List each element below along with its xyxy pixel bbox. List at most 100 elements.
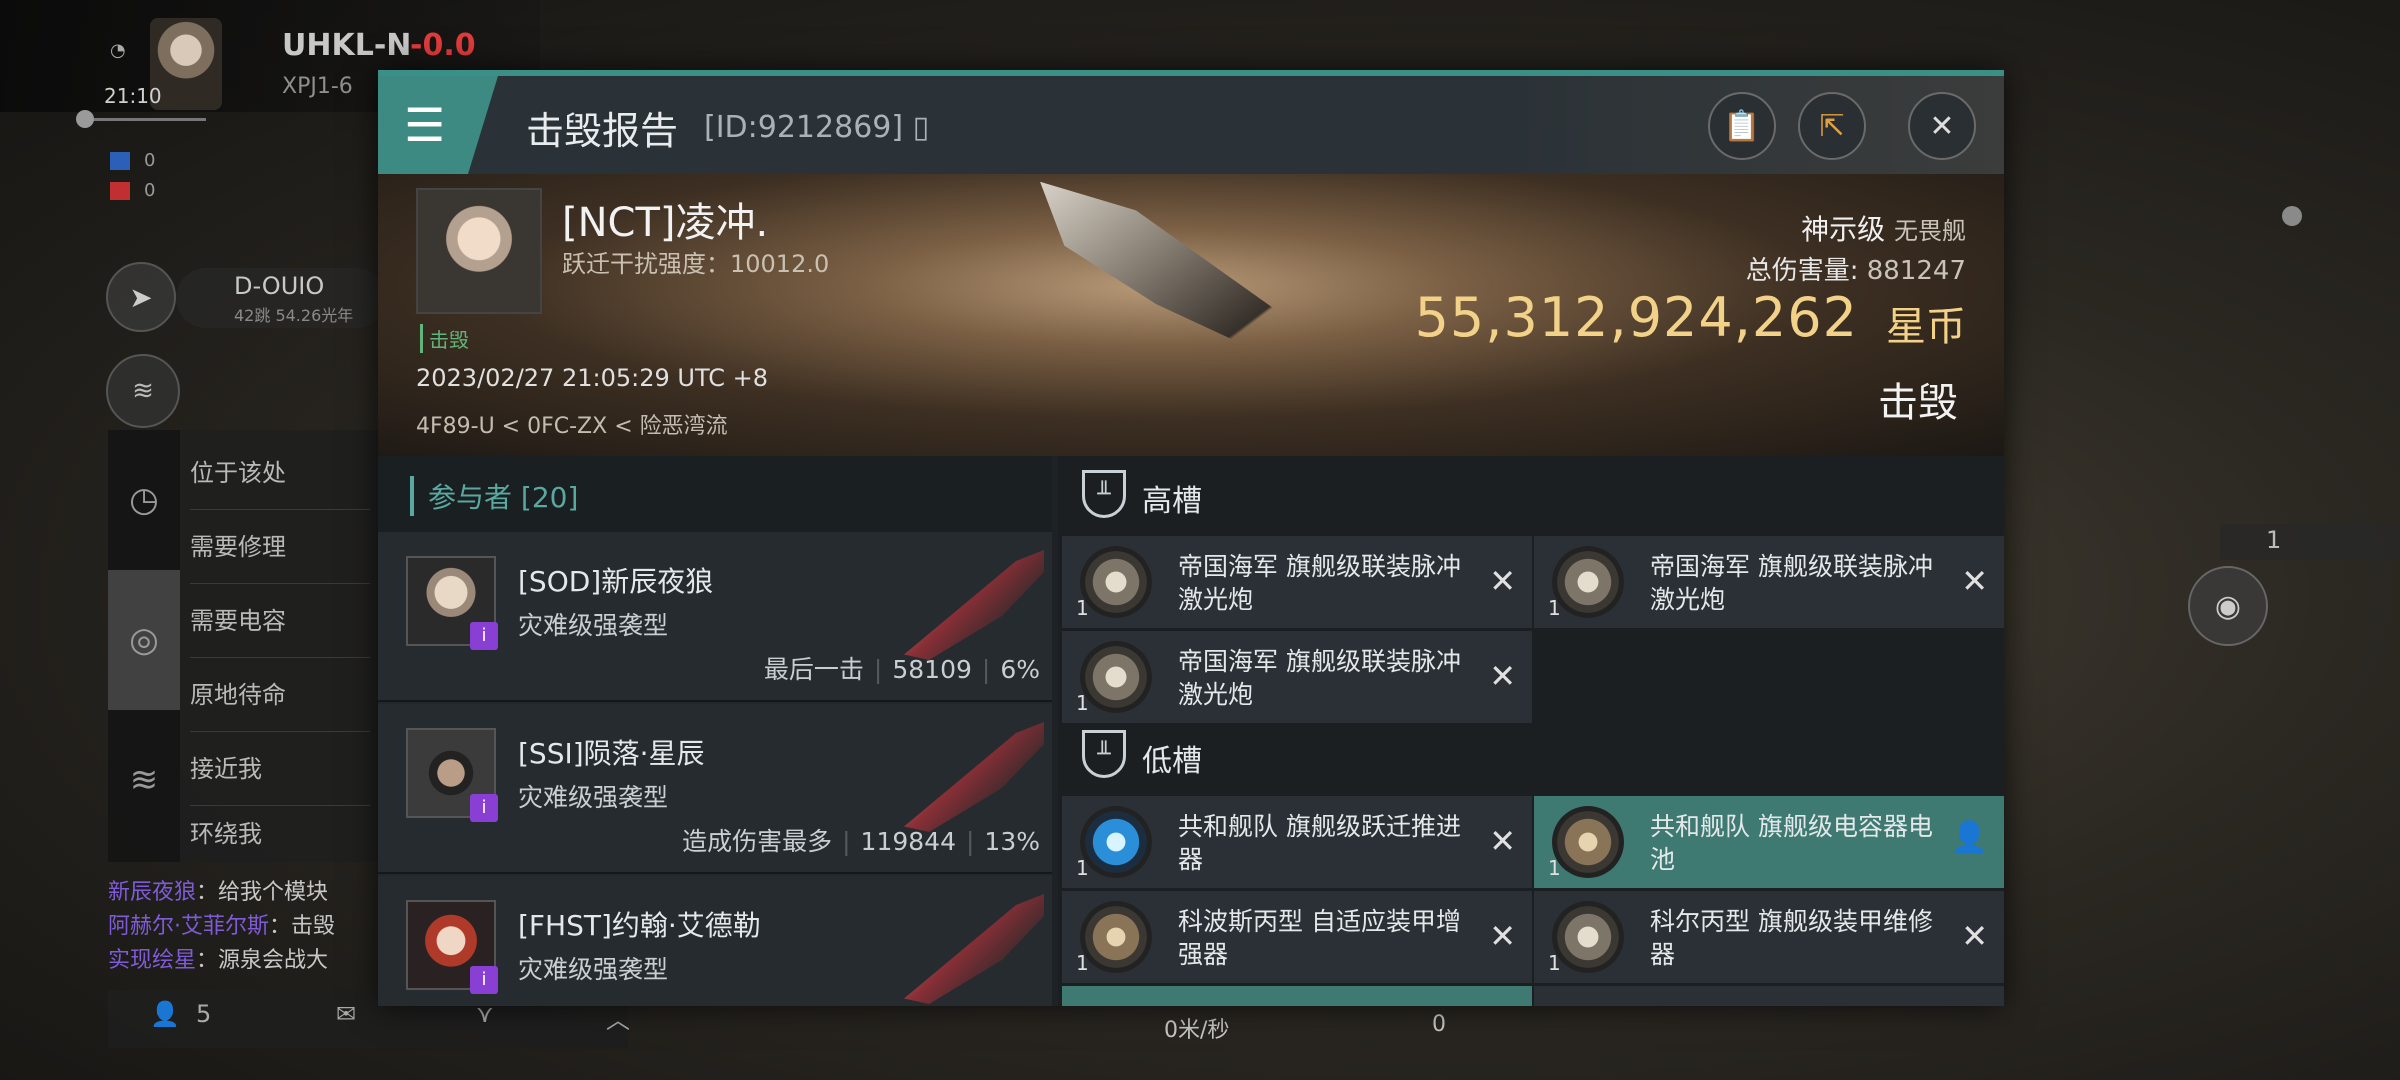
participant-name[interactable]: [FHST]约翰·艾德勒	[518, 904, 761, 944]
victim-portrait[interactable]	[416, 188, 542, 314]
module-qty: 1	[1548, 951, 1561, 975]
sub-system-name[interactable]: XPJ1-6	[282, 74, 353, 99]
info-icon[interactable]: i	[470, 794, 498, 822]
participant-stats: 造成伤害最多 | 119844 | 13%	[682, 827, 1040, 856]
menu-item-at-location[interactable]: 位于该处	[190, 436, 370, 510]
module-qty: 1	[1548, 596, 1561, 620]
participant-name[interactable]: [SOD]新辰夜狼	[518, 560, 713, 600]
ship-class-name: 神示级	[1801, 213, 1886, 246]
blue-flag-icon	[110, 152, 130, 170]
participant-ship-image	[904, 550, 1044, 660]
stack-icon[interactable]: ≋	[106, 354, 180, 428]
menu-item-hold-position[interactable]: 原地待命	[190, 658, 370, 732]
chat-sender[interactable]: 实现绘星	[108, 948, 196, 973]
kill-location[interactable]: 4F89-U < 0FC-ZX < 险恶湾流	[416, 408, 728, 440]
module-name: 共和舰队 旗舰级跃迁推进器	[1178, 812, 1461, 874]
chat-message: ：源泉会战大	[196, 948, 329, 973]
pulse-laser-icon	[1080, 641, 1152, 713]
warp-drive-icon	[1080, 806, 1152, 878]
share-icon[interactable]: ⇱	[1798, 92, 1866, 160]
kill-time: 2023/02/27 21:05:29 UTC +8	[416, 364, 768, 392]
system-name[interactable]: UHKL-N	[282, 28, 411, 63]
participant-name[interactable]: [SSI]陨落·星辰	[518, 732, 705, 772]
menu-item-need-repair[interactable]: 需要修理	[190, 510, 370, 584]
ship-type: 无畏舰	[1894, 217, 1966, 245]
kill-report-dialog: ☰ 击毁报告 [ID:9212869] ▯ 📋 ⇱ ✕ [NCT]凌冲. 跃迁干…	[378, 70, 2004, 1006]
isk-value: 55,312,924,262	[1414, 286, 1858, 349]
overview-dot[interactable]	[2282, 206, 2302, 226]
total-damage: 总伤害量: 881247	[1746, 250, 1966, 287]
participant-damage: 119844	[860, 827, 956, 856]
participant-row[interactable]: i [SSI]陨落·星辰 灾难级强袭型 造成伤害最多 | 119844 | 13%	[378, 704, 1052, 874]
module-item[interactable]: 1 科波斯丙型 自适应装甲增强器 ✕	[1062, 891, 1532, 983]
mail-icon[interactable]: ✉	[336, 1000, 356, 1028]
eye-icon[interactable]: ◉	[2188, 566, 2268, 646]
module-qty: 1	[1076, 951, 1089, 975]
module-name: 共和舰队 旗舰级电容器电池	[1650, 812, 1933, 874]
status-label: 击毁	[1878, 380, 1958, 426]
route-distance: 42跳 54.26光年	[234, 306, 354, 325]
victim-banner: [NCT]凌冲. 跃迁干扰强度：10012.0 击毁 2023/02/27 21…	[378, 174, 2004, 456]
flag-row-red: 0	[110, 180, 155, 201]
victim-name[interactable]: [NCT]凌冲.	[562, 190, 768, 248]
right-counter-panel	[2220, 524, 2400, 560]
capacitor-battery-icon	[1552, 806, 1624, 878]
chat-message: ：给我个模块	[196, 880, 329, 905]
destroyed-x-icon: ✕	[1961, 562, 1988, 600]
participant-stat-label: 造成伤害最多	[682, 827, 833, 856]
chevrons-icon[interactable]: ≋	[108, 710, 180, 850]
destroyed-x-icon: ✕	[1489, 822, 1516, 860]
victim-ship-image[interactable]	[1019, 182, 1367, 376]
participant-row[interactable]: i [SOD]新辰夜狼 灾难级强袭型 最后一击 | 58109 | 6%	[378, 532, 1052, 702]
participant-percent: 6%	[1000, 655, 1040, 684]
module-name: 科波斯丙型 自适应装甲增强器	[1178, 907, 1461, 969]
module-item[interactable]: 1 帝国海军 旗舰级联装脉冲激光炮 ✕	[1534, 536, 2004, 628]
high-slot-icon: ╨	[1082, 470, 1126, 518]
chat-line: 实现绘星：源泉会战大	[108, 942, 378, 974]
low-slot-icon: ╨	[1082, 730, 1126, 778]
module-qty: 1	[1076, 596, 1089, 620]
menu-item-orbit-me[interactable]: 环绕我	[190, 806, 370, 862]
total-damage-value: 881247	[1866, 256, 1966, 286]
armor-hardener-icon	[1080, 901, 1152, 973]
chat-line: 阿赫尔·艾菲尔斯：击毁	[108, 908, 378, 940]
destroyed-x-icon: ✕	[1489, 917, 1516, 955]
participant-stat-label: 最后一击	[763, 655, 864, 684]
chat-sender[interactable]: 新辰夜狼	[108, 880, 196, 905]
copy-icon[interactable]: ▯	[903, 110, 930, 145]
blue-flag-count: 0	[144, 150, 156, 171]
participant-ship-image	[904, 722, 1044, 832]
person-icon[interactable]: 👤	[150, 1000, 180, 1028]
participant-damage: 58109	[892, 655, 972, 684]
close-icon[interactable]: ✕	[1908, 92, 1976, 160]
menu-item-need-capacitor[interactable]: 需要电容	[190, 584, 370, 658]
destroyed-x-icon: ✕	[1489, 562, 1516, 600]
clock-time: 21:10	[104, 84, 162, 108]
chat-sender[interactable]: 阿赫尔·艾菲尔斯	[108, 914, 269, 939]
info-icon[interactable]: i	[470, 622, 498, 650]
signal-icon[interactable]: ◎	[108, 570, 180, 710]
module-item[interactable]: 1 帝国海军 旗舰级联装脉冲激光炮 ✕	[1062, 631, 1532, 723]
destroyed-x-icon: ✕	[1961, 917, 1988, 955]
kill-id[interactable]: [ID:9212869] ▯	[704, 110, 929, 145]
participant-ship: 灾难级强袭型	[518, 955, 669, 984]
hud-slider-knob[interactable]	[76, 110, 94, 128]
navigate-icon[interactable]: ➤	[106, 262, 176, 332]
dialog-title: 击毁报告	[526, 109, 679, 153]
module-item-partial[interactable]	[1062, 986, 1532, 1006]
clock-icon[interactable]: ◷	[108, 430, 180, 570]
menu-item-approach-me[interactable]: 接近我	[190, 732, 370, 806]
module-item[interactable]: 1 科尔丙型 旗舰级装甲维修器 ✕	[1534, 891, 2004, 983]
module-item-partial[interactable]	[1534, 986, 2004, 1006]
ship-class: 神示级 无畏舰	[1801, 208, 1966, 248]
info-icon[interactable]: i	[470, 966, 498, 994]
module-item[interactable]: 1 共和舰队 旗舰级电容器电池 👤	[1534, 796, 2004, 888]
pulse-laser-icon	[1080, 546, 1152, 618]
hud-slider-track[interactable]	[86, 118, 206, 121]
module-item[interactable]: 1 帝国海军 旗舰级联装脉冲激光炮 ✕	[1062, 536, 1532, 628]
participant-row[interactable]: i [FHST]约翰·艾德勒 灾难级强袭型	[378, 876, 1052, 1006]
module-item[interactable]: 1 共和舰队 旗舰级跃迁推进器 ✕	[1062, 796, 1532, 888]
route-destination[interactable]: D-OUIO	[234, 272, 324, 300]
clipboard-icon[interactable]: 📋	[1708, 92, 1776, 160]
high-slot-header: ╨ 高槽	[1058, 456, 2004, 536]
